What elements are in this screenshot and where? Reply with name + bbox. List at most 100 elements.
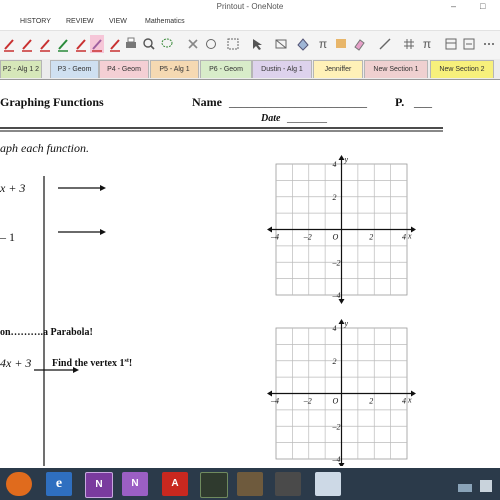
title-bar: Printout - OneNote – □: [0, 0, 500, 16]
red-pen-icon[interactable]: [2, 35, 16, 53]
pdf-icon[interactable]: A: [162, 472, 188, 496]
x-tick-label: –2: [303, 233, 312, 242]
worksheet-heading: Graphing Functions: [0, 95, 104, 109]
worksheet: Graphing Functions Name ________________…: [0, 95, 443, 468]
name-label: Name: [192, 95, 223, 109]
minimize-button[interactable]: –: [451, 1, 456, 11]
ribbon-tabs: HISTORY REVIEW VIEW Mathematics: [0, 16, 500, 30]
tab-new-section-2[interactable]: New Section 2: [430, 60, 494, 78]
tab-p2-alg1[interactable]: P2 - Alg 1 2: [0, 60, 42, 78]
x-tick-label: –4: [270, 233, 279, 242]
arrow-2: [58, 229, 106, 235]
tab-label: P5 - Alg 1: [159, 66, 190, 73]
camera-icon[interactable]: [237, 472, 263, 496]
onenote-icon[interactable]: N: [85, 472, 113, 498]
x-tick-label: 4: [402, 233, 406, 242]
y-tick-label: 4: [333, 160, 337, 169]
date-label: Date: [260, 113, 281, 124]
note-page[interactable]: Graphing Functions Name ________________…: [0, 80, 500, 468]
firefox-icon[interactable]: [6, 472, 32, 496]
eraser-dropdown-icon[interactable]: [352, 35, 366, 53]
x-tick-label: 4: [402, 397, 406, 406]
problem-3: 4x + 3: [0, 356, 31, 370]
transform-icon[interactable]: [274, 35, 288, 53]
tab-view[interactable]: VIEW: [109, 18, 127, 25]
arrow-1: [58, 185, 106, 191]
green-pen-icon[interactable]: [56, 35, 70, 53]
onenote-2013-icon[interactable]: N: [122, 472, 148, 496]
eraser-icon[interactable]: [186, 35, 200, 53]
instruction-text: aph each function.: [0, 141, 89, 155]
circle-icon[interactable]: [204, 35, 218, 53]
pi-dropdown-icon[interactable]: π: [420, 35, 434, 53]
y-tick-label: –2: [332, 258, 341, 267]
y-tick-label: 4: [333, 324, 337, 333]
tab-p5-alg1[interactable]: P5 - Alg 1: [150, 60, 199, 78]
red-pen-icon[interactable]: [20, 35, 34, 53]
red-pen-icon[interactable]: [108, 35, 122, 53]
tab-p6-geom[interactable]: P6 - Geom: [200, 60, 252, 78]
grid-icon[interactable]: [402, 35, 416, 53]
tab-label: P3 - Geom: [57, 66, 92, 73]
search-icon[interactable]: [142, 35, 156, 53]
terminal-icon[interactable]: [200, 472, 228, 498]
fit-icon[interactable]: [462, 35, 476, 53]
more-icon[interactable]: [482, 35, 496, 53]
y-tick-label: –4: [332, 291, 341, 300]
x-tick-label: 2: [369, 397, 373, 406]
section-label: on……….a Parabola!: [0, 327, 93, 338]
maximize-button[interactable]: □: [480, 1, 485, 11]
tab-history[interactable]: HISTORY: [20, 18, 51, 25]
period-line: ___: [413, 95, 433, 109]
y-tick-label: 2: [333, 193, 337, 202]
x-axis-label: x: [407, 396, 412, 405]
tab-label: P2 - Alg 1 2: [2, 66, 40, 73]
y-axis-label: y: [344, 155, 349, 164]
drawing-toolbar: π π: [0, 30, 500, 60]
calculator-icon[interactable]: [444, 35, 458, 53]
ie-icon[interactable]: e: [46, 472, 72, 496]
notification-icon[interactable]: [480, 480, 492, 492]
origin-label: O: [333, 397, 339, 406]
problem-2: – 1: [0, 230, 15, 244]
tab-new-section-1[interactable]: New Section 1: [364, 60, 428, 78]
tab-mathematics[interactable]: Mathematics: [145, 18, 185, 25]
y-tick-label: 2: [333, 357, 337, 366]
select-arrow-icon[interactable]: [250, 35, 264, 53]
color-icon[interactable]: [336, 39, 346, 48]
select-box-icon[interactable]: [226, 35, 240, 53]
pi-icon[interactable]: π: [316, 35, 330, 53]
bird-app-icon[interactable]: [315, 472, 341, 496]
tab-p3-geom[interactable]: P3 - Geom: [50, 60, 99, 78]
taskbar: e N N A: [0, 468, 500, 500]
red-pen-icon[interactable]: [38, 35, 52, 53]
name-line: _______________________: [228, 95, 368, 109]
tab-p4-geom[interactable]: P4 - Geom: [99, 60, 149, 78]
highlighter-icon[interactable]: [90, 35, 104, 53]
x-tick-label: –2: [303, 397, 312, 406]
tab-label: New Section 1: [373, 66, 419, 73]
y-tick-label: –2: [332, 422, 341, 431]
x-axis-label: x: [407, 232, 412, 241]
tab-label: New Section 2: [439, 66, 485, 73]
shape-dropdown-icon[interactable]: [378, 35, 392, 53]
x-tick-label: –4: [270, 397, 279, 406]
print-icon[interactable]: [124, 35, 138, 53]
x-tick-label: 2: [369, 233, 373, 242]
coordinate-grid-1: y x O –4 –2 2 4 4 2 –2 –4: [267, 155, 416, 304]
vertex-hint: Find the vertex 1st!: [52, 358, 132, 369]
recorder-icon[interactable]: [275, 472, 301, 496]
y-tick-label: –4: [332, 455, 341, 464]
red-pen-icon[interactable]: [74, 35, 88, 53]
date-line: ________: [286, 113, 328, 124]
period-label: P.: [395, 95, 404, 109]
tab-jenniffer[interactable]: Jenniffer: [313, 60, 363, 78]
origin-label: O: [333, 233, 339, 242]
tab-review[interactable]: REVIEW: [66, 18, 94, 25]
shape-icon[interactable]: [296, 35, 310, 53]
coordinate-grid-2: y x O –4 –2 2 4 4 2 –2 –4: [267, 319, 416, 468]
keyboard-icon[interactable]: [458, 484, 472, 492]
tab-dustin-alg1[interactable]: Dustin - Alg 1: [252, 60, 312, 78]
lasso-icon[interactable]: [160, 35, 174, 53]
problem-1: x + 3: [0, 181, 25, 195]
